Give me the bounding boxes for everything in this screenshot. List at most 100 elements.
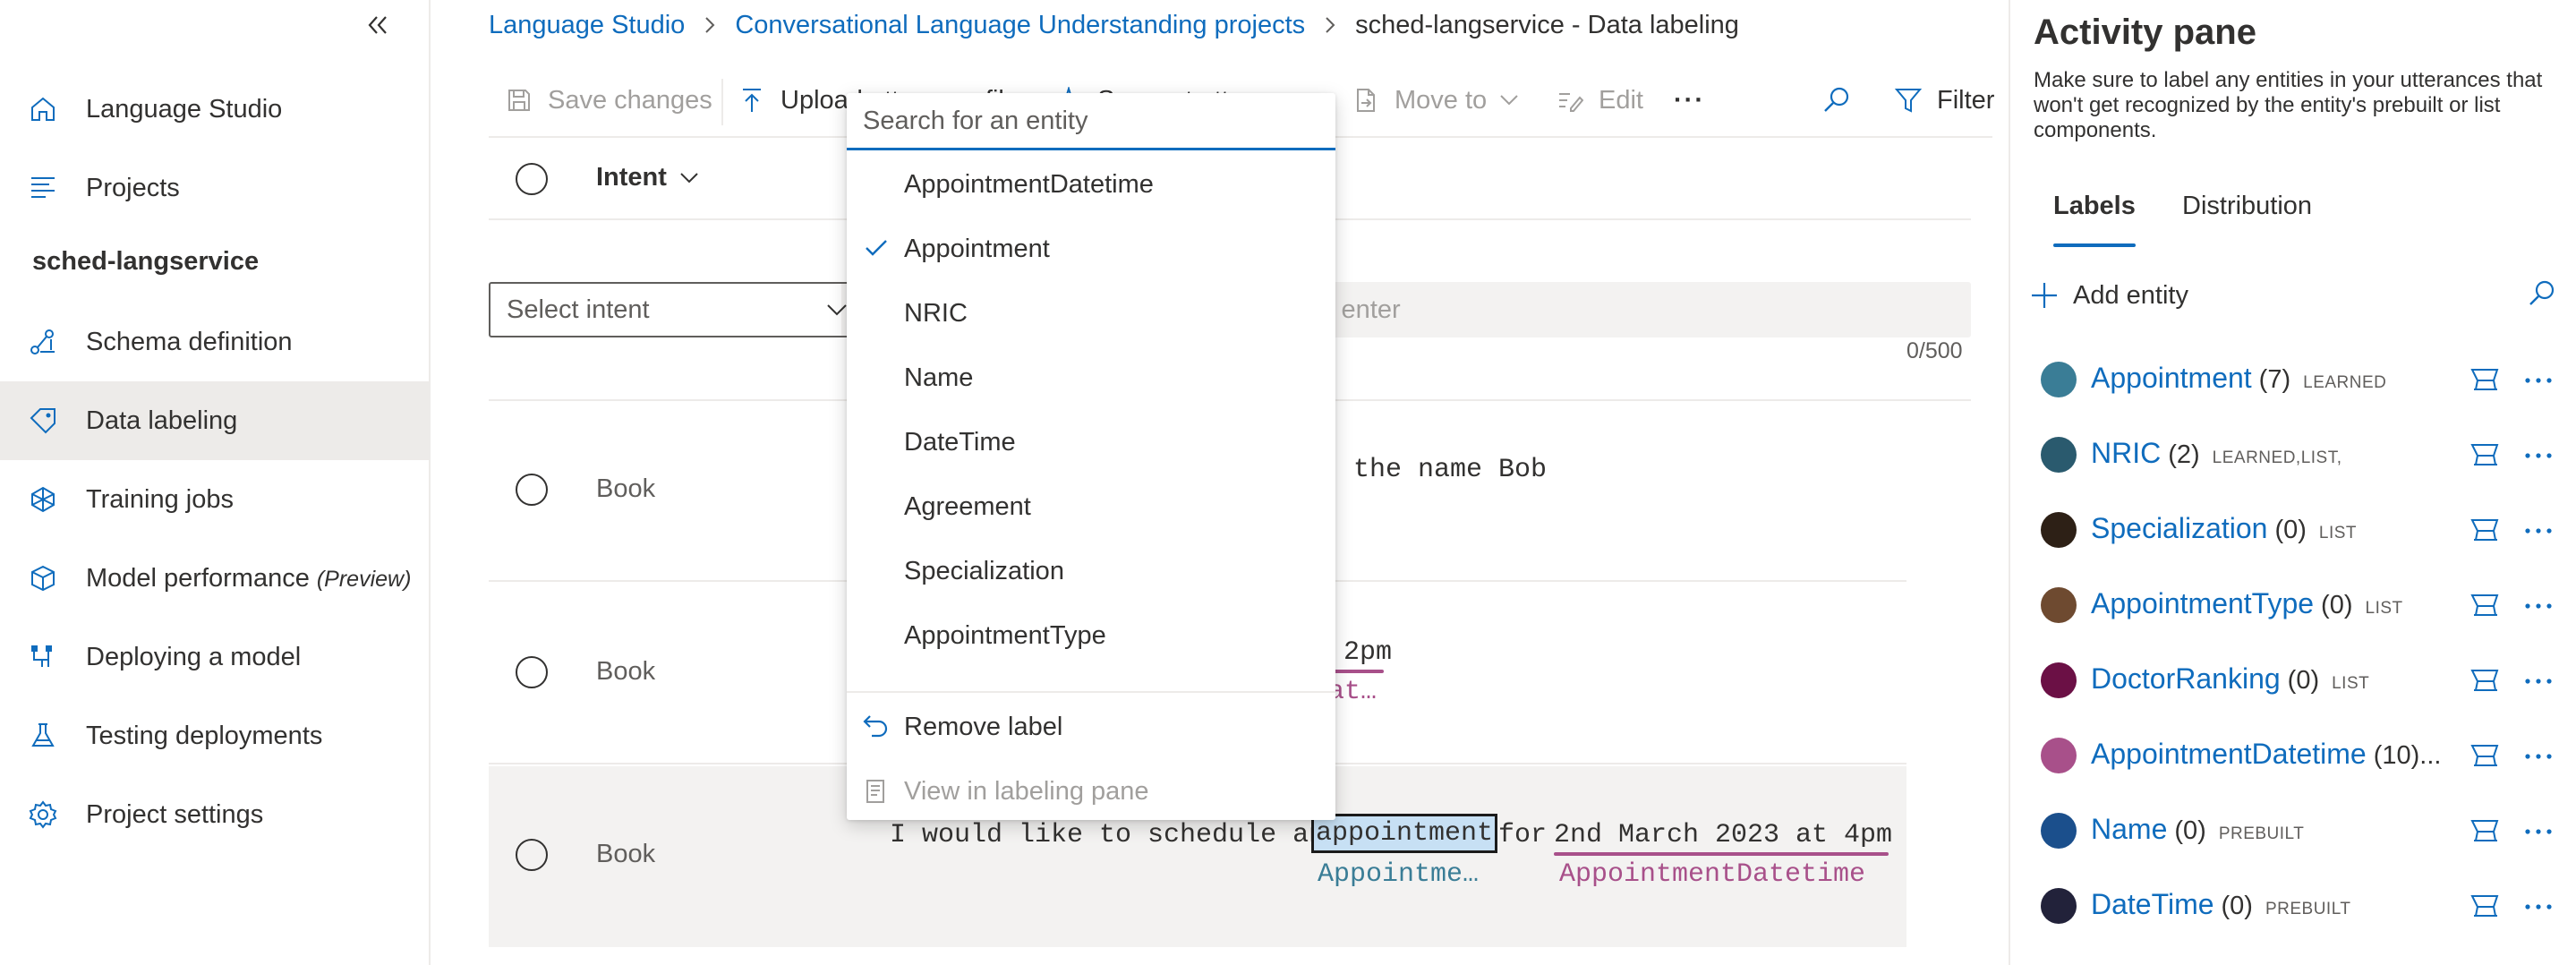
entity-row[interactable]: DoctorRanking (0) LIST [2010,643,2576,718]
sidebar-item-projects[interactable]: Projects [0,149,429,227]
entity-row[interactable]: Name (0) PREBUILT [2010,793,2576,868]
more-icon [2523,524,2554,540]
breadcrumb-link-clu-projects[interactable]: Conversational Language Understanding pr… [735,11,1305,40]
label-entity-button[interactable] [2467,363,2503,399]
utterance-text[interactable]: 2pm [1343,637,1392,668]
entity-label-appointment-datetime[interactable]: AppointmentDatetime [1559,859,1865,890]
label-entity-button[interactable] [2467,514,2503,550]
entity-name-text: NRIC [2091,437,2162,469]
entity-option[interactable]: Specialization [847,539,1335,603]
save-icon [503,84,535,116]
more-icon [2523,448,2554,465]
sidebar-item-deploying-a-model[interactable]: Deploying a model [0,618,429,696]
edit-button[interactable]: Edit [1554,79,1643,122]
selected-word[interactable]: appointment [1310,814,1498,853]
label-entity-button[interactable] [2467,815,2503,850]
entity-more-options-button[interactable] [2519,363,2558,399]
entity-count: (0) [2221,892,2253,920]
view-in-labeling-pane-button[interactable]: View in labeling pane [847,759,1335,824]
label-entity-button[interactable] [2467,439,2503,474]
select-intent-placeholder: Select intent [507,295,650,324]
label-entity-button[interactable] [2467,739,2503,775]
more-options-button[interactable]: ··· [1674,79,1705,122]
entity-option[interactable]: Name [847,346,1335,410]
utterance-text-prefix[interactable]: I would like to schedule an [890,820,1341,850]
label-brush-icon [2469,740,2500,775]
utterance-text-datetime[interactable]: 2nd March 2023 at 4pm [1554,820,1892,850]
entity-name[interactable]: NRIC (2) LEARNED,LIST, [2091,437,2342,470]
entity-name[interactable]: Name (0) PREBUILT [2091,813,2304,846]
add-entity-button[interactable]: Add entity [2026,276,2188,315]
chevron-double-left-icon [368,16,387,34]
entity-name[interactable]: Specialization (0) LIST [2091,512,2357,545]
entity-search-input[interactable] [863,100,1319,141]
filter-icon [1892,84,1924,116]
label-entity-button[interactable] [2467,664,2503,700]
entity-row[interactable]: Specialization (0) LIST [2010,492,2576,568]
row-select-radio[interactable] [516,474,548,506]
label-entity-button[interactable] [2467,890,2503,926]
utterance-text[interactable]: r the name Bob [1321,455,1547,485]
entity-more-options-button[interactable] [2519,890,2558,926]
entity-name[interactable]: DoctorRanking (0) LIST [2091,662,2369,696]
entity-more-options-button[interactable] [2519,439,2558,474]
search-entity-button[interactable] [2524,278,2560,313]
entity-row[interactable]: NRIC (2) LEARNED,LIST, [2010,417,2576,492]
sidebar-item-training-jobs[interactable]: Training jobs [0,460,429,539]
sidebar-item-model-performance[interactable]: Model performance (Preview) [0,539,429,618]
select-all-radio[interactable] [516,163,548,195]
row-select-radio[interactable] [516,656,548,688]
entity-option-checked[interactable]: Appointment [847,217,1335,281]
search-button[interactable] [1821,79,1865,122]
entity-more-options-button[interactable] [2519,739,2558,775]
more-icon [2523,749,2554,765]
entity-option[interactable]: AppointmentType [847,603,1335,668]
entity-row[interactable]: AppointmentDatetime (10)... [2010,718,2576,793]
list-icon [27,172,59,204]
entity-row[interactable]: DateTime (0) PREBUILT [2010,868,2576,944]
filter-button[interactable]: Filter [1892,79,1994,122]
entity-more-options-button[interactable] [2519,664,2558,700]
sidebar-item-language-studio[interactable]: Language Studio [0,70,429,149]
entity-option[interactable]: Agreement [847,474,1335,539]
training-icon [27,483,59,516]
entity-option-label: Specialization [904,556,1064,585]
entity-option[interactable]: AppointmentDatetime [847,152,1335,217]
entity-label-appointment[interactable]: Appointme… [1318,859,1479,890]
breadcrumb-link-language-studio[interactable]: Language Studio [489,11,685,40]
sidebar-item-data-labeling[interactable]: Data labeling [0,381,429,460]
view-label-text: View in labeling pane [904,776,1149,806]
entity-name[interactable]: AppointmentType (0) LIST [2091,587,2403,620]
entity-count: (2) [2168,440,2200,469]
entity-row[interactable]: Appointment (7) LEARNED [2010,342,2576,417]
entity-option[interactable]: DateTime [847,410,1335,474]
entity-name-text: DateTime [2091,888,2214,920]
select-intent-dropdown[interactable]: Select intent [489,282,865,337]
sidebar-item-label: Training jobs [86,484,234,514]
move-to-button[interactable]: Move to [1350,79,1519,122]
entity-type-tag: LIST [2365,599,2403,618]
entity-more-options-button[interactable] [2519,589,2558,625]
sidebar-item-schema-definition[interactable]: Schema definition [0,303,429,381]
row-select-radio[interactable] [516,839,548,871]
entity-more-options-button[interactable] [2519,815,2558,850]
label-entity-button[interactable] [2467,589,2503,625]
entity-row[interactable]: AppointmentType (0) LIST [2010,568,2576,643]
sidebar-item-testing-deployments[interactable]: Testing deployments [0,696,429,775]
remove-label-button[interactable]: Remove label [847,695,1335,759]
entity-name[interactable]: Appointment (7) LEARNED [2091,362,2386,395]
sidebar-item-project-settings[interactable]: Project settings [0,775,429,854]
tab-labels[interactable]: Labels [2053,192,2136,221]
entity-label[interactable]: at… [1328,677,1377,707]
entity-more-options-button[interactable] [2519,514,2558,550]
intent-column-header[interactable]: Intent [596,163,699,192]
entity-name[interactable]: AppointmentDatetime (10)... [2091,738,2441,771]
collapse-sidebar-button[interactable] [358,7,397,43]
utterance-text-mid[interactable]: for [1482,820,1563,850]
tab-distribution[interactable]: Distribution [2182,192,2312,221]
entity-option[interactable]: NRIC [847,281,1335,346]
entity-name[interactable]: DateTime (0) PREBUILT [2091,888,2350,921]
save-changes-button[interactable]: Save changes [503,79,712,122]
breadcrumb: Language Studio Conversational Language … [489,7,1739,43]
move-to-label: Move to [1395,85,1488,115]
